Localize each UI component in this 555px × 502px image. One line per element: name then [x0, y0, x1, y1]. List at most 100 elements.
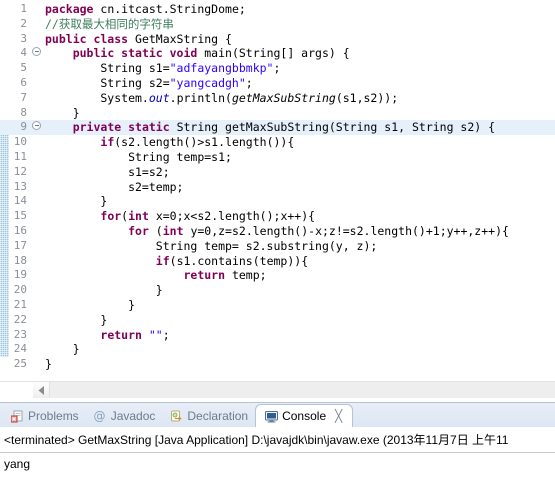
code-line[interactable]: 14 }	[0, 194, 555, 209]
token-pln: }	[45, 297, 136, 312]
close-icon[interactable]: ╳	[333, 409, 344, 423]
code-line[interactable]: 7 System.out.println(getMaxSubString(s1,…	[0, 91, 555, 106]
token-pln: GetMaxString {	[128, 31, 232, 46]
code-line[interactable]: 8 }	[0, 106, 555, 121]
tab-label: Console	[282, 409, 327, 423]
line-number: 10	[13, 135, 27, 149]
code-line[interactable]: 1 package cn.itcast.StringDome;	[0, 2, 555, 17]
code-line[interactable]: 22 }	[0, 313, 555, 328]
code-text[interactable]: return temp;	[43, 268, 555, 283]
editor-horizontal-scrollbar[interactable]	[0, 381, 555, 398]
code-line[interactable]: 10 if(s2.length()>s1.length()){	[0, 135, 555, 150]
code-text[interactable]: }	[43, 313, 555, 328]
code-text[interactable]: String temp= s2.substring(y, z);	[43, 239, 555, 254]
editor-text-area[interactable]: 1 package cn.itcast.StringDome; 2 //获取最大相同的…	[0, 0, 555, 376]
token-pln: String temp= s2.substring(y, z);	[45, 238, 378, 253]
token-pln: s2=temp;	[45, 179, 184, 194]
line-number: 8	[20, 105, 27, 119]
code-line[interactable]: 5 String s1="adfayangbbmkp";	[0, 61, 555, 76]
token-kw: int	[128, 209, 149, 224]
scrollbar-corner	[0, 382, 33, 398]
code-text[interactable]: s1=s2;	[43, 165, 555, 180]
triangle-left-icon[interactable]	[33, 382, 50, 398]
line-number: 1	[20, 2, 27, 15]
code-text[interactable]: return "";	[43, 328, 555, 343]
line-number: 19	[13, 268, 27, 282]
code-line[interactable]: 16 for (int y=0,z=s2.length()-x;z!=s2.le…	[0, 224, 555, 239]
token-pln	[45, 209, 100, 223]
tab-declaration[interactable]: Declaration	[162, 405, 255, 427]
code-text[interactable]: }	[43, 298, 555, 313]
code-text[interactable]: }	[43, 342, 555, 357]
code-text[interactable]: String s1="adfayangbbmkp";	[43, 61, 555, 76]
code-text[interactable]: String s2="yangcadgh";	[43, 76, 555, 91]
line-number: 17	[13, 238, 27, 252]
tab-problems[interactable]: Problems	[3, 405, 86, 427]
code-text[interactable]: System.out.println(getMaxSubString(s1,s2…	[43, 91, 555, 106]
code-text[interactable]: private static String getMaxSubString(St…	[43, 120, 555, 135]
code-line[interactable]: 23 return "";	[0, 328, 555, 343]
code-line[interactable]: 21 }	[0, 298, 555, 313]
code-text[interactable]: package cn.itcast.StringDome;	[43, 2, 555, 17]
code-line[interactable]: 9 private static String getMaxSubString(…	[0, 120, 555, 136]
view-tab-bar[interactable]: Problems @ Javadoc Declaration Console ╳	[0, 402, 555, 428]
token-pln: x=0;x<s2.length();x++){	[148, 209, 316, 224]
code-line-list[interactable]: 1 package cn.itcast.StringDome; 2 //获取最大相同的…	[0, 0, 555, 372]
code-text[interactable]: for (int y=0,z=s2.length()-x;z!=s2.lengt…	[43, 224, 555, 239]
code-line[interactable]: 15 for(int x=0;x<s2.length();x++){	[0, 209, 555, 224]
line-number: 4	[20, 46, 27, 60]
code-line[interactable]: 24 }	[0, 342, 555, 357]
code-line[interactable]: 11 String temp=s1;	[0, 150, 555, 165]
code-line[interactable]: 17 String temp= s2.substring(y, z);	[0, 239, 555, 254]
line-number: 6	[20, 75, 27, 89]
token-pln: ;	[273, 61, 281, 76]
problems-icon	[10, 409, 24, 423]
line-number: 12	[13, 164, 27, 178]
java-editor[interactable]: 1 package cn.itcast.StringDome; 2 //获取最大相同的…	[0, 0, 555, 398]
code-line[interactable]: 13 s2=temp;	[0, 180, 555, 195]
code-text[interactable]: }	[43, 283, 555, 298]
code-text[interactable]: //获取最大相同的字符串	[43, 17, 555, 32]
code-text[interactable]: for(int x=0;x<s2.length();x++){	[43, 209, 555, 224]
code-line[interactable]: 4 public static void main(String[] args)…	[0, 46, 555, 61]
token-mth: getMaxSubString	[231, 90, 336, 105]
fold-collapse-icon[interactable]	[30, 120, 43, 135]
token-kw: public class	[45, 31, 129, 46]
code-text[interactable]: }	[43, 106, 555, 121]
code-text[interactable]: }	[43, 194, 555, 209]
line-number: 20	[13, 283, 27, 297]
code-line[interactable]: 25}	[0, 357, 555, 372]
code-text[interactable]: if(s2.length()>s1.length()){	[43, 135, 555, 150]
token-kw: for	[100, 209, 122, 224]
token-pln: String getMaxSubString(String s1, String…	[169, 120, 496, 135]
code-text[interactable]: public class GetMaxString {	[43, 32, 555, 47]
line-number: 21	[13, 297, 27, 311]
code-text[interactable]: if(s1.contains(temp)){	[43, 254, 555, 269]
token-kw: return	[100, 327, 142, 342]
console-view[interactable]: <terminated> GetMaxString [Java Applicat…	[0, 427, 555, 502]
code-text[interactable]: public static void main(String[] args) {	[43, 46, 555, 61]
code-text[interactable]: String temp=s1;	[43, 150, 555, 165]
svg-text:@: @	[94, 410, 106, 423]
fold-collapse-icon[interactable]	[30, 46, 43, 61]
code-line[interactable]: 19 return temp;	[0, 268, 555, 283]
code-text[interactable]: }	[43, 357, 555, 372]
scrollbar-track[interactable]	[50, 382, 555, 398]
tab-console[interactable]: Console ╳	[255, 404, 354, 428]
token-cmt: //获取最大相同的字符串	[45, 16, 174, 31]
tab-javadoc[interactable]: @ Javadoc	[86, 405, 163, 427]
console-output-text[interactable]: yang	[0, 453, 555, 471]
console-icon	[264, 409, 278, 423]
token-pln: (s1,s2));	[335, 90, 399, 105]
code-line[interactable]: 20 }	[0, 283, 555, 298]
code-text[interactable]: s2=temp;	[43, 180, 555, 195]
token-pln: }	[45, 342, 80, 357]
code-line[interactable]: 2 //获取最大相同的字符串	[0, 17, 555, 32]
code-line[interactable]: 12 s1=s2;	[0, 165, 555, 180]
javadoc-at-icon: @	[93, 409, 107, 423]
tab-label: Javadoc	[110, 409, 156, 423]
code-line[interactable]: 3 public class GetMaxString {	[0, 32, 555, 47]
code-line[interactable]: 18 if(s1.contains(temp)){	[0, 254, 555, 269]
code-line[interactable]: 6 String s2="yangcadgh";	[0, 76, 555, 91]
token-str: "adfayangbbmkp"	[169, 61, 274, 76]
